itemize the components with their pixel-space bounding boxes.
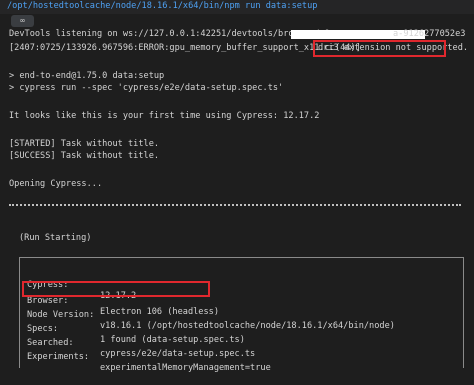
started-line: [STARTED] Task without title.: [9, 139, 160, 149]
table-row: Experiments: experimentalMemoryManagemen…: [20, 341, 271, 385]
command-bar: /opt/hostedtoolcache/node/18.16.1/x64/bi…: [0, 0, 474, 14]
separator-line: [9, 204, 461, 206]
row-value: v18.16.1 (/opt/hostedtoolcache/node/18.1…: [100, 321, 395, 331]
row-value: cypress/e2e/data-setup.spec.ts: [100, 349, 256, 359]
run-starting-line: (Run Starting): [19, 233, 92, 243]
browser-highlight-box: [22, 281, 210, 297]
row-value: experimentalMemoryManagement=true: [100, 363, 271, 373]
npm-command-line: > cypress run --spec 'cypress/e2e/data-s…: [9, 83, 284, 93]
link-icon[interactable]: ∞: [11, 15, 34, 27]
npm-script-line: > end-to-end@1.75.0 data:setup: [9, 71, 165, 81]
error-highlight-box: [313, 40, 446, 57]
success-line: [SUCCESS] Task without title.: [9, 151, 160, 161]
row-key: Experiments:: [27, 352, 90, 362]
first-time-line: It looks like this is your first time us…: [9, 111, 320, 121]
devtools-line-suffix: a-9126277052e3: [393, 29, 466, 39]
devtools-line-prefix: DevTools listening on ws://127.0.0.1:422…: [9, 29, 330, 39]
error-line: [2407:0725/133926.967596:ERROR:gpu_memor…: [9, 43, 361, 53]
run-info-table: Cypress: 12.17.2 Browser: Electron 106 (…: [19, 257, 464, 373]
row-value: 1 found (data-setup.spec.ts): [100, 335, 245, 345]
row-value: Electron 106 (headless): [100, 307, 219, 317]
opening-line: Opening Cypress...: [9, 179, 103, 189]
command-text[interactable]: /opt/hostedtoolcache/node/18.16.1/x64/bi…: [7, 1, 317, 11]
